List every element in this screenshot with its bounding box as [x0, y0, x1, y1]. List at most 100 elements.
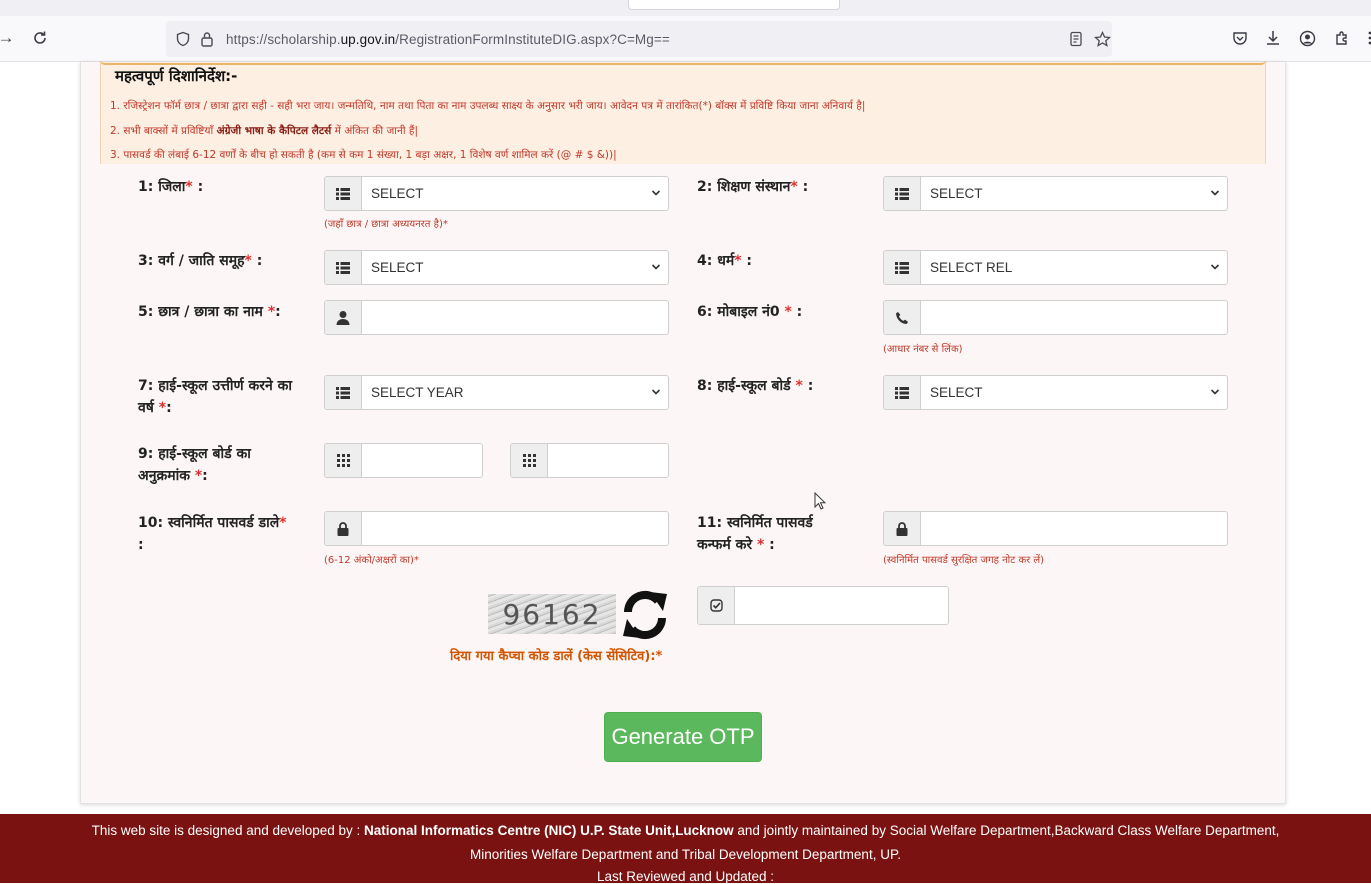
- district-hint: (जहाँ छात्र / छात्रा अध्ययनरत है)*: [324, 219, 448, 230]
- list-icon: [325, 177, 362, 210]
- mobile-label: 6: मोबाइल नं0 * :: [697, 301, 802, 323]
- bookmark-star-icon[interactable]: [1091, 28, 1113, 50]
- footer-line-1-post: and jointly maintained by Social Welfare…: [733, 823, 1280, 838]
- shield-icon[interactable]: [172, 28, 194, 50]
- browser-toolbar: → https://scholarship.up.gov.in/Registra…: [0, 16, 1371, 62]
- mobile-input[interactable]: [921, 301, 1227, 334]
- required-mark: *: [790, 179, 798, 195]
- hs-year-label-line2: वर्ष: [138, 400, 154, 416]
- list-icon: [884, 376, 921, 409]
- address-bar[interactable]: https://scholarship.up.gov.in/Registrati…: [166, 21, 1112, 57]
- hs-roll-field-1[interactable]: [324, 443, 483, 478]
- lock-icon: [884, 512, 921, 545]
- captcha-field[interactable]: [697, 586, 949, 625]
- captcha-input[interactable]: [735, 587, 948, 624]
- generate-otp-button[interactable]: Generate OTP: [604, 712, 762, 762]
- url-path: /RegistrationFormInstituteDIG.aspx?C=Mg=…: [395, 31, 670, 47]
- phone-icon: [884, 301, 921, 334]
- mobile-hint: (आधार नंबर से लिंक): [883, 344, 963, 355]
- pocket-icon[interactable]: [1228, 26, 1252, 50]
- confirm-password-input[interactable]: [921, 512, 1227, 545]
- hs-roll-input-1[interactable]: [362, 444, 482, 477]
- district-value: SELECT: [371, 186, 424, 201]
- required-mark: *: [795, 378, 803, 394]
- forward-icon[interactable]: →: [0, 26, 18, 50]
- student-name-field[interactable]: [324, 300, 669, 335]
- guideline-2: 2. सभी बाक्सों में प्रविष्टियाँ अंग्रेजी…: [110, 124, 418, 138]
- password-input[interactable]: [362, 512, 668, 545]
- extensions-icon[interactable]: [1330, 26, 1354, 50]
- colon: :: [796, 304, 803, 320]
- footer-line-2: Minorities Welfare Department and Tribal…: [470, 847, 901, 862]
- confirm-password-label: 11: स्वनिर्मित पासवर्ड कन्फर्म करे * :: [697, 512, 867, 556]
- hs-board-select[interactable]: SELECT: [883, 375, 1228, 410]
- institute-label-text: 2: शिक्षण संस्थान: [697, 179, 791, 195]
- list-icon: [884, 251, 921, 284]
- password-hint: (6-12 अंको/अक्षरों का)*: [324, 555, 419, 566]
- password-field[interactable]: [324, 511, 669, 546]
- check-icon: [698, 587, 735, 624]
- active-tab[interactable]: [628, 0, 840, 10]
- institute-select[interactable]: SELECT: [883, 176, 1228, 211]
- chevron-down-icon: [1210, 264, 1220, 270]
- account-icon[interactable]: [1295, 26, 1319, 50]
- menu-icon[interactable]: [1358, 26, 1371, 50]
- required-mark: *: [185, 179, 193, 195]
- list-icon: [325, 251, 362, 284]
- hs-roll-input-2[interactable]: [548, 444, 668, 477]
- lock-icon[interactable]: [196, 28, 218, 50]
- chevron-down-icon: [1210, 190, 1220, 196]
- chevron-down-icon: [651, 264, 661, 270]
- religion-label-text: 4: धर्म: [697, 253, 735, 269]
- colon: :: [202, 468, 208, 484]
- religion-select[interactable]: SELECT REL: [883, 250, 1228, 285]
- student-name-label-text: 5: छात्र / छात्रा का नाम: [138, 304, 263, 320]
- reload-icon[interactable]: [28, 26, 52, 50]
- category-select[interactable]: SELECT: [324, 250, 669, 285]
- hs-board-label: 8: हाई-स्कूल बोर्ड * :: [697, 375, 813, 397]
- hs-board-value: SELECT: [930, 385, 983, 400]
- required-mark: *: [244, 253, 252, 269]
- mobile-field[interactable]: [883, 300, 1228, 335]
- password-label-line1: 10: स्वनिर्मित पासवर्ड डाले: [138, 515, 280, 531]
- url-domain: up.gov.in: [340, 31, 396, 47]
- hs-roll-field-2[interactable]: [510, 443, 669, 478]
- required-mark: *: [279, 515, 287, 531]
- mobile-label-text: 6: मोबाइल नं0: [697, 304, 780, 320]
- hs-year-label-line1: 7: हाई-स्कूल उत्तीर्ण करने का: [138, 378, 292, 394]
- required-mark: *: [756, 537, 765, 553]
- colon: :: [807, 378, 814, 394]
- confirm-password-field[interactable]: [883, 511, 1228, 546]
- guidelines-border: [100, 60, 1266, 65]
- guideline-2-pre: 2. सभी बाक्सों में प्रविष्टियाँ: [110, 125, 217, 137]
- student-name-input[interactable]: [362, 301, 668, 334]
- colon: :: [166, 400, 172, 416]
- district-select[interactable]: SELECT: [324, 176, 669, 211]
- url-prefix: https://scholarship.: [226, 31, 341, 47]
- download-icon[interactable]: [1261, 26, 1285, 50]
- hs-year-label: 7: हाई-स्कूल उत्तीर्ण करने का वर्ष *:: [138, 375, 308, 419]
- barcode-icon: [511, 444, 548, 477]
- chevron-down-icon: [651, 389, 661, 395]
- guideline-1: 1. रजिस्ट्रेशन फॉर्म छात्र / छात्रा द्वा…: [110, 100, 866, 112]
- hs-roll-label: 9: हाई-स्कूल बोर्ड का अनुक्रमांक *:: [138, 443, 308, 487]
- religion-label: 4: धर्म* :: [697, 250, 752, 272]
- refresh-captcha-icon[interactable]: [620, 586, 670, 644]
- chevron-down-icon: [1210, 389, 1220, 395]
- confirm-password-hint: (स्वनिर्मित पासवर्ड सुरक्षित जगह नोट कर …: [883, 555, 1045, 566]
- form-panel: [80, 62, 1286, 804]
- required-mark: *: [734, 253, 742, 269]
- hs-year-select[interactable]: SELECT YEAR: [324, 375, 669, 410]
- barcode-icon: [325, 444, 362, 477]
- footer-line-1: This web site is designed and developed …: [0, 823, 1371, 838]
- required-mark: *: [784, 304, 792, 320]
- student-name-label: 5: छात्र / छात्रा का नाम *:: [138, 301, 281, 323]
- hs-year-value: SELECT YEAR: [371, 385, 464, 400]
- captcha-code: 96162: [502, 597, 602, 631]
- colon: :: [746, 253, 753, 269]
- confirm-password-label-line1: 11: स्वनिर्मित पासवर्ड: [697, 515, 813, 531]
- institute-label: 2: शिक्षण संस्थान* :: [697, 176, 808, 198]
- reader-view-icon[interactable]: [1065, 28, 1087, 50]
- guideline-2-bold: अंग्रेजी भाषा के कैपिटल लैटर्स: [216, 125, 332, 137]
- captcha-label: दिया गया कैप्चा कोड डालें (केस सेंसिटिव)…: [450, 649, 663, 664]
